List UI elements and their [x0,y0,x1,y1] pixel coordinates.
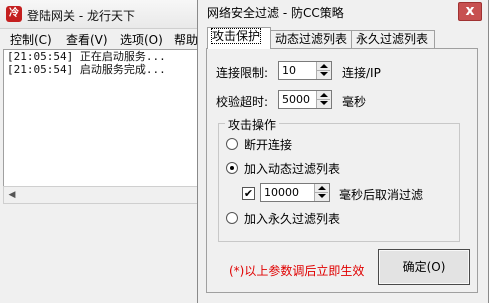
menu-help[interactable]: 帮助 [174,31,198,48]
dialog-titlebar[interactable]: 网络安全过滤 - 防CC策略 x [198,0,488,24]
ok-button[interactable]: 确定(O) [378,249,470,285]
spin-down-icon[interactable] [320,72,328,76]
spin-up-icon[interactable] [320,93,328,97]
menu-options[interactable]: 选项(O) [120,31,163,48]
connection-limit-spinner[interactable]: 10 [278,61,332,80]
verify-timeout-value: 5000 [282,93,310,106]
tab-panel: 连接限制: 10 连接/IP 校验超时: 5000 毫秒 攻击操作 断开连接 加… [206,48,478,293]
connection-limit-label: 连接限制: [216,66,269,80]
radio-add-dynamic-list-label[interactable]: 加入动态过滤列表 [244,160,340,177]
scroll-left-icon[interactable]: ◀ [5,188,19,202]
menu-bar: 控制(C) 查看(V) 选项(O) 帮助 [0,29,200,47]
spin-up-icon[interactable] [318,186,326,190]
verify-timeout-label: 校验超时: [216,95,269,109]
background-window-bottom [3,204,200,303]
close-icon: x [465,3,475,19]
cancel-filter-label: 毫秒后取消过滤 [339,188,424,202]
menu-control[interactable]: 控制(C) [10,31,52,48]
tab-permanent-filter-list[interactable]: 永久过滤列表 [351,30,435,48]
radio-disconnect-label[interactable]: 断开连接 [244,136,292,153]
verify-timeout-spinner[interactable]: 5000 [278,90,332,109]
spinner-buttons[interactable] [314,184,329,201]
cancel-filter-spinner[interactable]: 10000 [260,183,330,202]
apply-note: (*)以上参数调后立即生效 [229,264,365,278]
radio-add-permanent-list-label[interactable]: 加入永久过滤列表 [244,210,340,227]
cancel-filter-checkbox[interactable]: ✔ [242,187,255,200]
radio-disconnect[interactable] [226,138,238,150]
app-icon: 冷 [6,6,22,22]
spinner-buttons[interactable] [316,62,331,79]
attack-action-group: 攻击操作 断开连接 加入动态过滤列表 ✔ 10000 毫秒后取消过滤 加入永久过… [218,116,460,242]
connection-limit-unit: 连接/IP [342,66,381,80]
anti-cc-dialog: 网络安全过滤 - 防CC策略 x 攻击保护 动态过滤列表 永久过滤列表 连接限制… [197,0,489,303]
radio-add-dynamic-list[interactable] [226,162,238,174]
tab-dynamic-filter-list[interactable]: 动态过滤列表 [270,30,352,48]
radio-add-permanent-list[interactable] [226,212,238,224]
spinner-buttons[interactable] [316,91,331,108]
spin-up-icon[interactable] [320,64,328,68]
log-line: [21:05:54] 启动服务完成... [7,63,166,76]
dialog-title: 网络安全过滤 - 防CC策略 [207,6,344,20]
log-area[interactable]: [21:05:54] 正在启动服务... [21:05:54] 启动服务完成..… [3,49,201,188]
menu-view[interactable]: 查看(V) [66,31,108,48]
tab-attack-protection[interactable]: 攻击保护 [207,27,271,49]
spin-down-icon[interactable] [320,101,328,105]
spin-down-icon[interactable] [318,194,326,198]
background-window: 冷 登陆网关 - 龙行天下 控制(C) 查看(V) 选项(O) 帮助 [21:0… [0,0,201,303]
verify-timeout-unit: 毫秒 [342,95,367,109]
attack-action-group-title: 攻击操作 [225,116,280,133]
cancel-filter-value: 10000 [264,186,299,199]
close-button[interactable]: x [458,2,482,21]
log-line: [21:05:54] 正在启动服务... [7,50,166,63]
horizontal-scrollbar[interactable]: ◀ [3,186,201,204]
background-window-titlebar[interactable]: 冷 登陆网关 - 龙行天下 [0,0,200,29]
connection-limit-value: 10 [282,64,296,77]
background-window-title: 登陆网关 - 龙行天下 [27,9,135,23]
